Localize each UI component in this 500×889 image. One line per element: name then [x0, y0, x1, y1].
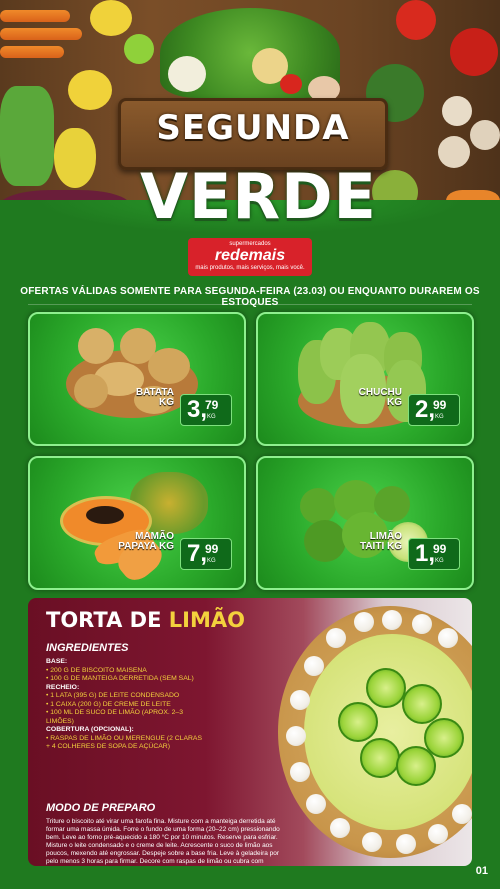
price-unit: KG: [207, 558, 216, 564]
divider: [28, 304, 472, 305]
product-name: BATATA KG: [136, 388, 174, 408]
lemon-image: [90, 0, 132, 36]
potato-image: [148, 348, 190, 384]
ingredient-item: • 100 ML DE SUCO DE LIMÃO (APROX. 2–3 LI…: [46, 709, 183, 725]
ingredient-item: • RASPAS DE LIMÃO OU MERENGUE (2 CLARAS …: [46, 734, 202, 751]
product-name-line2: KG: [159, 397, 174, 408]
page-number: 01: [475, 865, 488, 877]
price-tag: 1, 99 KG: [408, 538, 460, 570]
product-name: MAMÃO PAPAYA KG: [118, 532, 174, 552]
meringue-image: [412, 614, 432, 634]
title-segunda: SEGUNDA: [156, 108, 350, 148]
price-tag: 2, 99 KG: [408, 394, 460, 426]
greens-image: [0, 86, 54, 186]
price-integer: 3,: [187, 396, 208, 423]
meringue-image: [330, 818, 350, 838]
ingredients-heading: INGREDIENTES: [46, 642, 129, 654]
ingredient-item: • 1 LATA (395 G) DE LEITE CONDENSADO: [46, 692, 180, 699]
product-name-line2: PAPAYA KG: [118, 541, 174, 552]
product-card-chuchu[interactable]: CHUCHU KG 2, 99 KG: [256, 312, 474, 446]
lime-image: [304, 520, 346, 562]
cauliflower-image: [168, 56, 206, 92]
ingredient-item: • 200 G DE BISCOITO MAISENA: [46, 666, 147, 674]
meringue-image: [326, 628, 346, 648]
carrot-image: [0, 10, 70, 22]
price-integer: 7,: [187, 540, 208, 567]
potato-image: [74, 374, 108, 408]
product-card-mamao[interactable]: MAMÃO PAPAYA KG 7, 99 KG: [28, 456, 246, 590]
meringue-image: [304, 656, 324, 676]
price-unit: KG: [435, 558, 444, 564]
product-name-line2: TAITI KG: [359, 541, 402, 552]
carrot-image: [0, 46, 64, 58]
topping-heading: COBERTURA (OPCIONAL):: [46, 726, 134, 733]
product-name-line2: KG: [387, 397, 402, 408]
product-card-limao[interactable]: LIMÃO TAITI KG 1, 99 KG: [256, 456, 474, 590]
mushroom-image: [438, 136, 470, 168]
price-decimal: 99: [433, 542, 447, 556]
meringue-image: [382, 610, 402, 630]
product-card-batata[interactable]: BATATA KG 3, 79 KG: [28, 312, 246, 446]
product-name: LIMÃO TAITI KG: [360, 532, 402, 552]
lemon-image: [68, 70, 112, 110]
store-logo: supermercados redemais mais produtos, ma…: [188, 238, 312, 276]
recipe-panel: TORTA DE LIMÃO INGREDIENTES BASE: • 200 …: [28, 598, 472, 866]
meringue-image: [290, 762, 310, 782]
ingredient-item: • 1 CAIXA (200 G) DE CREME DE LEITE: [46, 700, 171, 708]
lime-slice-image: [360, 738, 400, 778]
price-tag: 3, 79 KG: [180, 394, 232, 426]
logo-tagline: mais produtos, mais serviços, mais você.: [195, 265, 305, 271]
carrot-image: [0, 28, 82, 40]
price-unit: KG: [207, 414, 216, 420]
pear-image: [54, 128, 96, 188]
meringue-image: [286, 726, 306, 746]
meringue-image: [290, 690, 310, 710]
lime-slice-image: [366, 668, 406, 708]
ingredient-item: • 100 G DE MANTEIGA DERRETIDA (SEM SAL): [46, 675, 194, 682]
meringue-image: [428, 824, 448, 844]
recipe-title: TORTA DE LIMÃO: [46, 608, 245, 632]
base-heading: BASE:: [46, 658, 68, 665]
papaya-seeds: [86, 506, 124, 524]
tomato-image: [450, 28, 498, 76]
recipe-title-accent: LIMÃO: [168, 608, 245, 632]
recipe-title-main: TORTA DE: [46, 608, 169, 632]
meringue-image: [354, 612, 374, 632]
lime-slice-image: [402, 684, 442, 724]
lime-slice-image: [338, 702, 378, 742]
tomato-image: [396, 0, 436, 40]
price-integer: 2,: [415, 396, 436, 423]
mushroom-image: [442, 96, 472, 126]
price-decimal: 99: [433, 398, 447, 412]
price-unit: KG: [435, 414, 444, 420]
meringue-image: [438, 628, 458, 648]
mushroom-image: [470, 120, 500, 150]
price-tag: 7, 99 KG: [180, 538, 232, 570]
filling-heading: RECHEIO:: [46, 683, 80, 691]
method-heading: MODO DE PREPARO: [46, 802, 156, 814]
logo-name: redemais: [214, 247, 286, 264]
lime-slice-image: [396, 746, 436, 786]
price-integer: 1,: [415, 540, 436, 567]
title-verde: VERDE: [140, 160, 377, 233]
lime-image: [300, 488, 336, 524]
meringue-image: [452, 804, 472, 824]
tomato-image: [280, 74, 302, 94]
meringue-image: [396, 834, 416, 854]
price-decimal: 99: [205, 542, 219, 556]
product-name: CHUCHU KG: [359, 388, 402, 408]
price-decimal: 79: [205, 398, 219, 412]
lime-image: [124, 34, 154, 64]
ingredients-list: BASE: • 200 G DE BISCOITO MAISENA • 100 …: [46, 658, 206, 752]
meringue-image: [306, 794, 326, 814]
meringue-image: [362, 832, 382, 852]
method-text: Triture o biscoito até virar uma farofa …: [46, 818, 280, 865]
potato-image: [78, 328, 114, 364]
